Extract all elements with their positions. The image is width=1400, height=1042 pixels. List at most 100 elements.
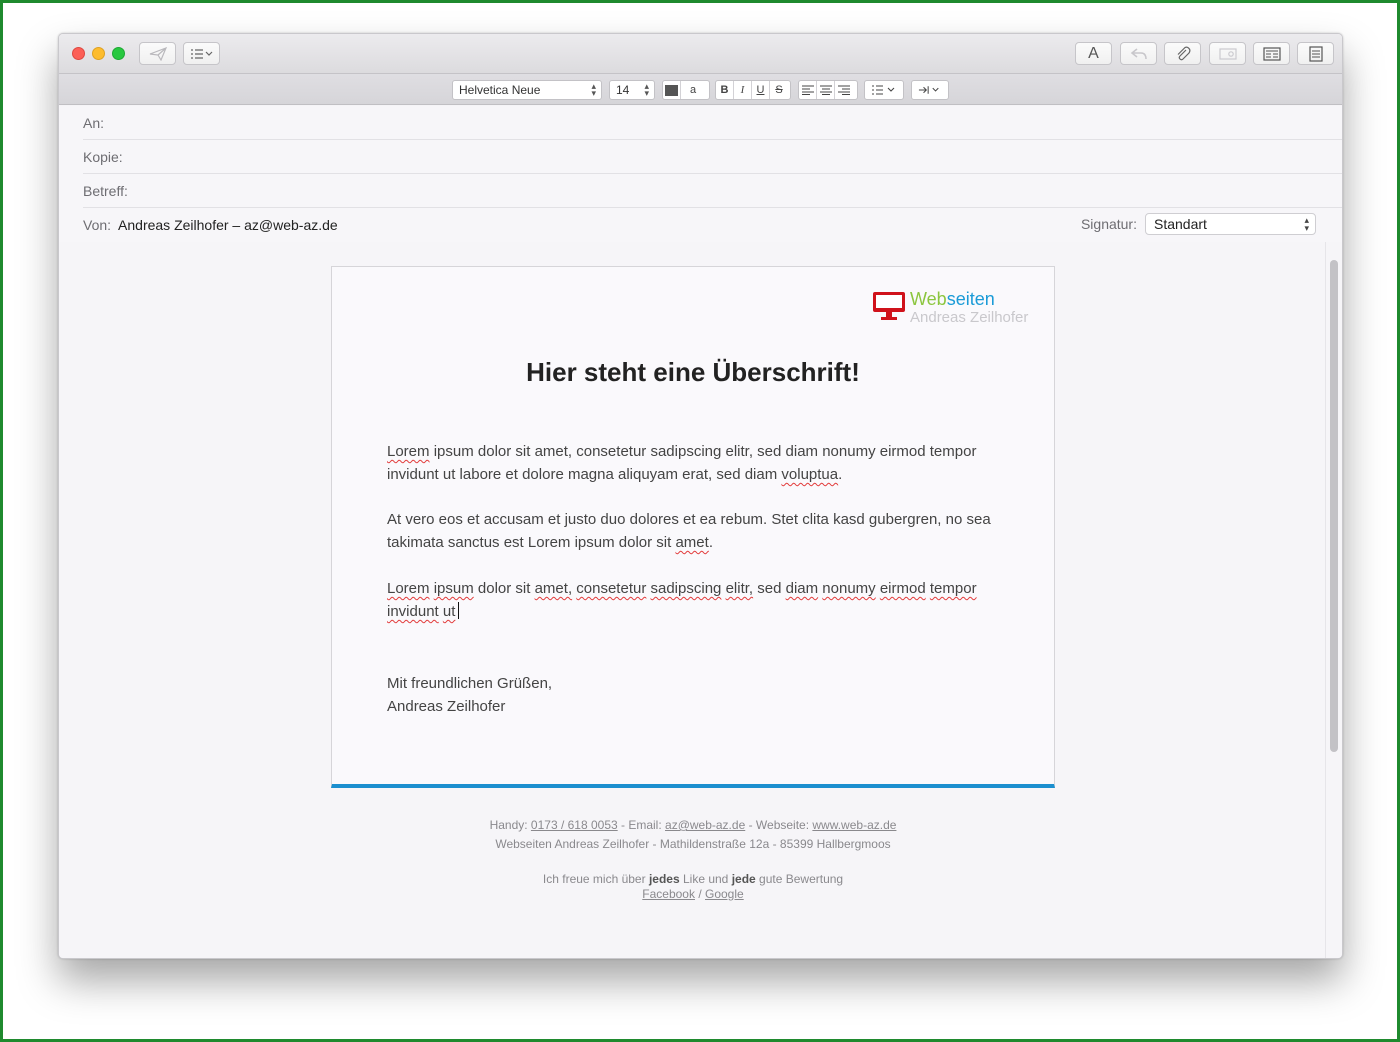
vertical-scrollbar[interactable] [1325,242,1342,958]
paragraph-3-text: dolor sit [477,580,531,597]
from-account-select[interactable]: Andreas Zeilhofer – az@web-az.de [118,217,338,233]
misspelled-word[interactable]: amet, [535,580,573,597]
website-label: - Webseite: [745,818,813,832]
font-icon: A [1088,44,1099,62]
paragraph-1-text: ipsum dolor sit amet, consetetur sadipsc… [387,443,977,483]
header-fields-button[interactable] [183,42,220,65]
review-text: Like und [679,872,732,886]
close-window-button[interactable] [72,47,85,60]
misspelled-word[interactable]: diam [786,580,819,597]
underline-button[interactable]: U [752,81,770,99]
message-headers: An: Kopie: Betreff: Von: Andreas Zeilhof… [59,106,1342,243]
align-center-icon [819,85,832,95]
format-bar: Helvetica Neue ▴ ▾ 14 ▴ ▾ a B I U S [59,74,1342,105]
reply-button[interactable] [1120,42,1157,65]
bold-button[interactable]: B [716,81,734,99]
align-right-button[interactable] [835,81,853,99]
logo-title-green: Web [910,289,947,309]
phone-link[interactable]: 0173 / 618 0053 [531,818,618,832]
format-bar-icon [1262,46,1281,61]
monitor-icon [873,292,905,320]
send-button[interactable] [139,42,176,65]
fonts-button[interactable]: A [1075,42,1112,65]
list-style-select[interactable] [864,80,904,100]
attach-button[interactable] [1164,42,1201,65]
stationery-icon [1308,45,1323,62]
alignment-controls [798,80,858,100]
email-label: - Email: [617,818,666,832]
reply-icon [1130,47,1147,59]
website-link[interactable]: www.web-az.de [812,818,896,832]
misspelled-word[interactable]: invidunt [387,603,439,620]
address-line: Webseiten Andreas Zeilhofer - Mathildens… [495,837,891,851]
text-color-button[interactable] [663,81,681,99]
photo-browser-icon [1218,47,1237,60]
misspelled-word[interactable]: voluptua [781,466,838,483]
misspelled-word[interactable]: sadipscing [651,580,722,597]
indent-select[interactable] [911,80,949,100]
google-link[interactable]: Google [705,887,744,901]
subject-field[interactable]: Betreff: [83,174,1342,208]
misspelled-word[interactable]: nonumy [822,580,875,597]
to-label: An: [83,114,105,131]
misspelled-word[interactable]: elitr, [726,580,754,597]
to-field[interactable]: An: [83,106,1342,140]
message-body[interactable]: Webseiten Andreas Zeilhofer Hier steht e… [59,242,1326,958]
email-link[interactable]: az@web-az.de [665,818,745,832]
review-emphasis: jede [731,872,756,886]
chevron-updown-icon: ▴ ▾ [644,81,649,98]
from-row: Von: Andreas Zeilhofer – az@web-az.de Si… [83,208,1342,243]
zoom-window-button[interactable] [112,47,125,60]
scrollbar-thumb[interactable] [1330,260,1338,752]
misspelled-word[interactable]: Lorem [387,443,430,460]
misspelled-word[interactable]: ut [443,603,456,620]
signature-control: Signatur: Standart ▴ ▾ [1081,213,1316,235]
font-size-select[interactable]: 14 ▴ ▾ [609,80,655,100]
misspelled-word[interactable]: amet [675,534,708,551]
email-heading: Hier steht eine Überschrift! [526,357,860,387]
closing-line: Mit freundlichen Grüßen, [387,675,553,692]
chevron-updown-icon: ▴ ▾ [1304,215,1309,233]
text-cursor [458,602,460,619]
font-family-select[interactable]: Helvetica Neue ▴ ▾ [452,80,602,100]
paperclip-icon [1177,46,1190,60]
phone-label: Handy: [489,818,531,832]
facebook-link[interactable]: Facebook [642,887,695,901]
misspelled-word[interactable]: tempor [930,580,977,597]
review-line: Ich freue mich über jedes Like und jede … [331,872,1055,887]
misspelled-word[interactable]: consetetur [576,580,646,597]
misspelled-word[interactable]: ipsum [434,580,474,597]
logo-title-blue: seiten [946,289,995,309]
toolbar: A [59,34,1342,74]
paragraph-1-end: . [838,466,843,483]
from-label: Von: [83,217,112,233]
signature-label: Signatur: [1080,216,1137,232]
font-family-value: Helvetica Neue [459,83,541,97]
contact-line: Handy: 0173 / 618 0053 - Email: az@web-a… [331,816,1055,835]
paragraph-2: At vero eos et accusam et justo duo dolo… [387,508,1007,554]
cc-field[interactable]: Kopie: [83,140,1342,174]
minimize-window-button[interactable] [92,47,105,60]
stationery-button[interactable] [1297,42,1334,65]
strikethrough-button[interactable]: S [770,81,788,99]
review-text: gute Bewertung [755,872,844,886]
logo-subtitle: Andreas Zeilhofer [910,309,1029,326]
social-links: Facebook / Google [331,887,1055,902]
align-left-button[interactable] [799,81,817,99]
italic-button[interactable]: I [734,81,752,99]
misspelled-word[interactable]: Lorem [387,580,430,597]
background-color-button[interactable]: a [681,81,705,99]
paragraph-3: Lorem ipsum dolor sit amet, consetetur s… [387,577,977,623]
signature-name: Andreas Zeilhofer [387,698,506,715]
align-center-button[interactable] [817,81,835,99]
signature-select[interactable]: Standart ▴ ▾ [1145,213,1316,235]
review-text: Ich freue mich über [542,872,649,886]
format-bar-button[interactable] [1253,42,1290,65]
link-separator: / [694,887,705,901]
logo-title: Webseiten [910,289,995,310]
align-left-icon [801,85,814,95]
list-icon [190,48,212,59]
photo-browser-button[interactable] [1209,42,1246,65]
misspelled-word[interactable]: eirmod [880,580,926,597]
text-style-controls: B I U S [715,80,791,100]
